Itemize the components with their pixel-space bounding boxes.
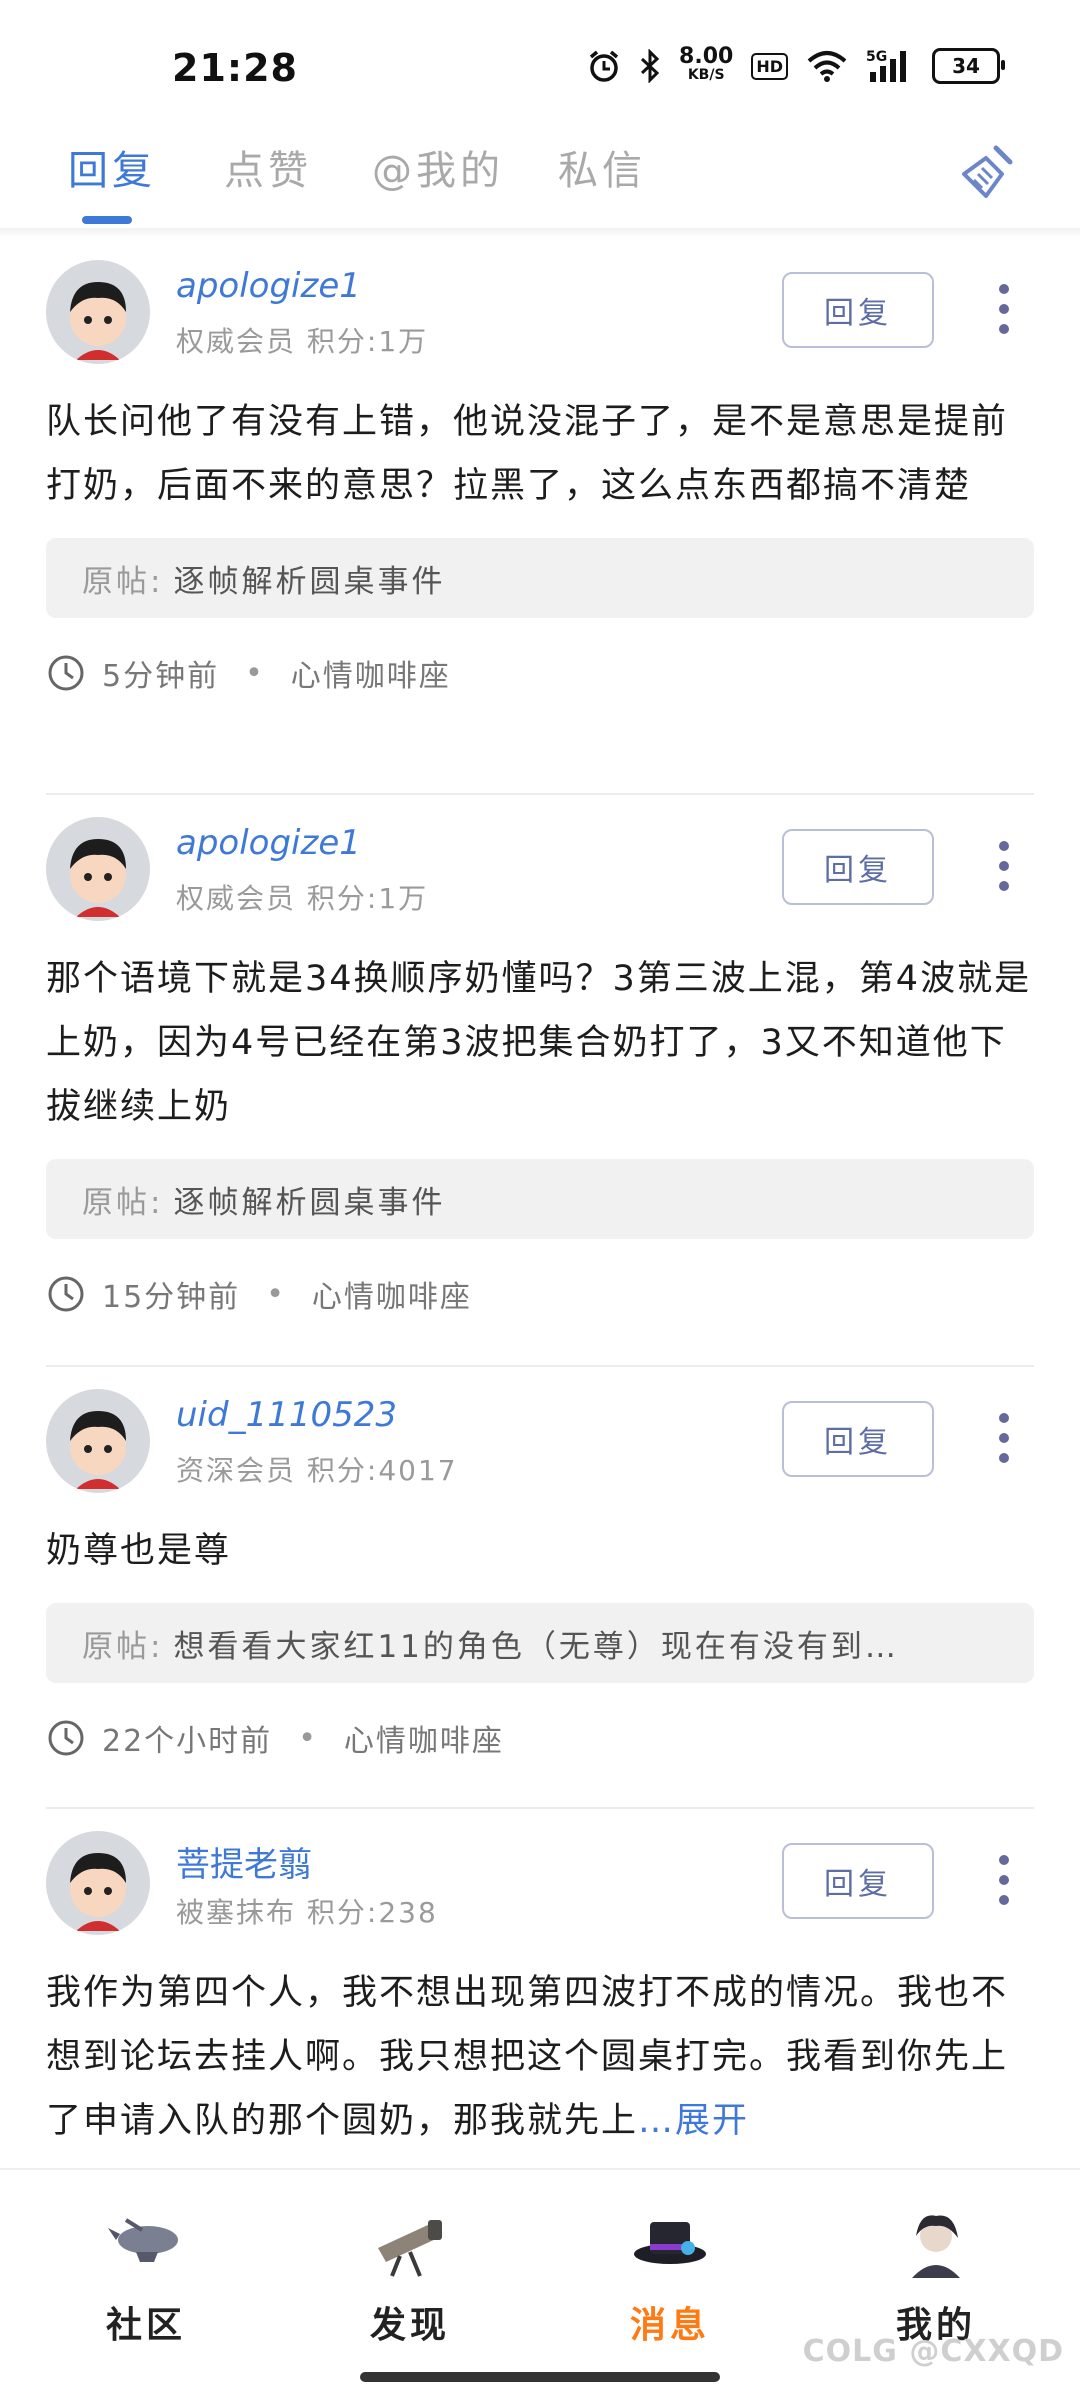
message-tabs: 回复 点赞 @我的 私信 — [0, 120, 1080, 230]
reply-list[interactable]: apologize1 权威会员 积分:1万 回复 队长问他了有没有上错，他说没混… — [0, 238, 1080, 2169]
board-name[interactable]: 心情咖啡座 — [344, 1716, 504, 1760]
telescope-icon — [378, 2220, 442, 2277]
user-score: 1万 — [378, 882, 429, 915]
user-rank: 权威会员 — [176, 325, 297, 358]
more-options-icon[interactable] — [998, 1413, 1010, 1463]
status-icons: 8.00 KB/S HD 5G 34 — [587, 44, 1005, 84]
hd-badge: HD — [751, 52, 788, 80]
reply-button[interactable]: 回复 — [782, 1843, 934, 1919]
network-speed: 8.00 KB/S — [679, 44, 734, 84]
reply-footer: 15分钟前 • 心情咖啡座 — [46, 1239, 1034, 1349]
origin-title: 想看看大家红11的角色（无尊）现在有没有到… — [173, 1628, 899, 1665]
avatar[interactable] — [46, 1389, 150, 1493]
reply-button[interactable]: 回复 — [782, 272, 934, 348]
reply-time: 15分钟前 — [102, 1280, 241, 1315]
reply-button[interactable]: 回复 — [782, 829, 934, 905]
username[interactable]: 菩提老翦 — [176, 1837, 312, 1886]
origin-post[interactable]: 原帖: 逐帧解析圆桌事件 — [46, 538, 1034, 618]
reply-button[interactable]: 回复 — [782, 1401, 934, 1477]
separator-dot: • — [245, 655, 265, 691]
more-options-icon[interactable] — [998, 841, 1010, 891]
origin-prefix: 原帖: — [82, 1628, 164, 1665]
active-tab-indicator — [82, 216, 132, 224]
score-label: 积分: — [306, 1454, 379, 1487]
user-rank: 权威会员 — [176, 882, 297, 915]
tab-likes[interactable]: 点赞 — [224, 138, 312, 196]
avatar[interactable] — [46, 817, 150, 921]
wifi-icon — [806, 49, 848, 83]
user-score: 4017 — [378, 1454, 458, 1487]
score-label: 积分: — [306, 1896, 379, 1929]
reply-footer: 5分钟前 • 心情咖啡座 — [46, 618, 1034, 728]
clock-icon — [48, 1276, 84, 1312]
origin-prefix: 原帖: — [82, 563, 164, 600]
hat-icon — [634, 2222, 706, 2264]
tabs-divider — [0, 228, 1080, 238]
reply-time: 5分钟前 — [102, 659, 220, 694]
battery-icon: 34 — [932, 48, 1005, 84]
score-label: 积分: — [306, 882, 379, 915]
separator-dot: • — [266, 1276, 286, 1312]
broom-icon[interactable] — [956, 140, 1020, 204]
user-meta: 资深会员 积分:4017 — [176, 1449, 458, 1489]
nav-community[interactable]: 社区 — [66, 2190, 226, 2348]
nav-messages-label: 消息 — [629, 2305, 710, 2346]
clock-icon — [48, 655, 84, 691]
nav-discover[interactable]: 发现 — [330, 2190, 490, 2348]
username[interactable]: apologize1 — [176, 266, 361, 306]
reply-footer: 22个小时前 • 心情咖啡座 — [46, 1683, 1034, 1793]
user-score: 1万 — [378, 325, 429, 358]
alarm-icon — [587, 49, 621, 83]
network-type: 5G — [866, 49, 887, 65]
user-meta: 权威会员 积分:1万 — [176, 877, 428, 917]
watermark: COLG @CXXQD — [802, 2334, 1064, 2369]
clock-icon — [48, 1720, 84, 1756]
nav-discover-label: 发现 — [369, 2305, 450, 2346]
reply-item[interactable]: uid_1110523 资深会员 积分:4017 回复 奶尊也是尊 原帖: 想看看… — [46, 1367, 1034, 1809]
origin-post[interactable]: 原帖: 逐帧解析圆桌事件 — [46, 1159, 1034, 1239]
reply-time: 22个小时前 — [102, 1724, 273, 1759]
origin-title: 逐帧解析圆桌事件 — [173, 563, 446, 600]
more-options-icon[interactable] — [998, 1855, 1010, 1905]
avatar[interactable] — [46, 260, 150, 364]
reply-content-text: 我作为第四个人，我不想出现第四波打不成的情况。我也不想到论坛去挂人啊。我只想把这… — [46, 1973, 1009, 2141]
expand-link[interactable]: …展开 — [638, 2101, 749, 2141]
tab-reply[interactable]: 回复 — [68, 138, 156, 196]
airship-icon — [108, 2218, 178, 2262]
origin-post[interactable]: 原帖: 想看看大家红11的角色（无尊）现在有没有到… — [46, 1603, 1034, 1683]
tab-mentions[interactable]: @我的 — [372, 138, 504, 196]
user-rank: 被塞抹布 — [176, 1896, 297, 1929]
user-rank: 资深会员 — [176, 1454, 297, 1487]
user-meta: 权威会员 积分:1万 — [176, 320, 428, 360]
nav-messages[interactable]: 消息 — [590, 2190, 750, 2348]
user-meta: 被塞抹布 积分:238 — [176, 1891, 438, 1931]
board-name[interactable]: 心情咖啡座 — [291, 651, 451, 695]
reply-item[interactable]: apologize1 权威会员 积分:1万 回复 那个语境下就是34换顺序奶懂吗… — [46, 795, 1034, 1367]
user-score: 238 — [378, 1896, 438, 1929]
score-label: 积分: — [306, 325, 379, 358]
reply-item[interactable]: 菩提老翦 被塞抹布 积分:238 回复 我作为第四个人，我不想出现第四波打不成的… — [46, 1809, 1034, 2169]
origin-prefix: 原帖: — [82, 1184, 164, 1221]
username[interactable]: uid_1110523 — [176, 1395, 397, 1435]
separator-dot: • — [298, 1720, 318, 1756]
status-bar: 21:28 8.00 KB/S HD 5G 34 — [0, 0, 1080, 110]
nav-community-label: 社区 — [105, 2305, 186, 2346]
character-avatar-icon — [912, 2215, 960, 2278]
tab-private-messages[interactable]: 私信 — [558, 138, 646, 196]
username[interactable]: apologize1 — [176, 823, 361, 863]
avatar[interactable] — [46, 1831, 150, 1935]
reply-item[interactable]: apologize1 权威会员 积分:1万 回复 队长问他了有没有上错，他说没混… — [46, 238, 1034, 795]
status-time: 21:28 — [172, 46, 298, 90]
home-indicator[interactable] — [360, 2372, 720, 2382]
origin-title: 逐帧解析圆桌事件 — [173, 1184, 446, 1221]
nav-profile[interactable]: 我的 — [856, 2190, 1016, 2348]
signal-icon: 5G — [866, 48, 914, 84]
board-name[interactable]: 心情咖啡座 — [312, 1272, 472, 1316]
more-options-icon[interactable] — [998, 284, 1010, 334]
bluetooth-icon — [639, 49, 661, 83]
